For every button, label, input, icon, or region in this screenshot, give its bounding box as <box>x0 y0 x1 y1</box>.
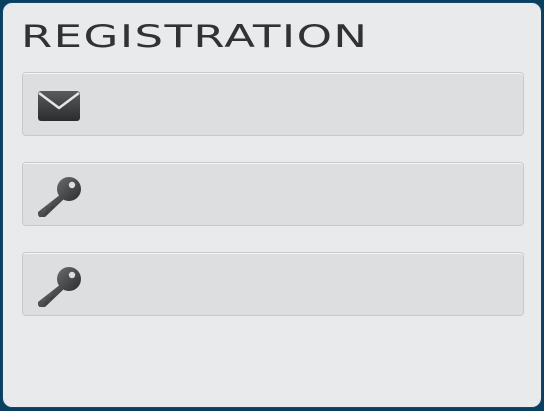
password-field[interactable] <box>22 162 524 226</box>
registration-panel: REGISTRATION <box>2 2 542 408</box>
confirm-password-field[interactable] <box>22 252 524 316</box>
envelope-icon <box>38 91 80 121</box>
key-icon <box>38 177 81 217</box>
page-title: REGISTRATION <box>21 19 369 55</box>
confirm-password-input[interactable] <box>95 263 515 305</box>
email-input[interactable] <box>95 83 515 125</box>
email-field[interactable] <box>22 72 524 136</box>
password-input[interactable] <box>95 173 515 215</box>
key-icon <box>38 267 81 307</box>
